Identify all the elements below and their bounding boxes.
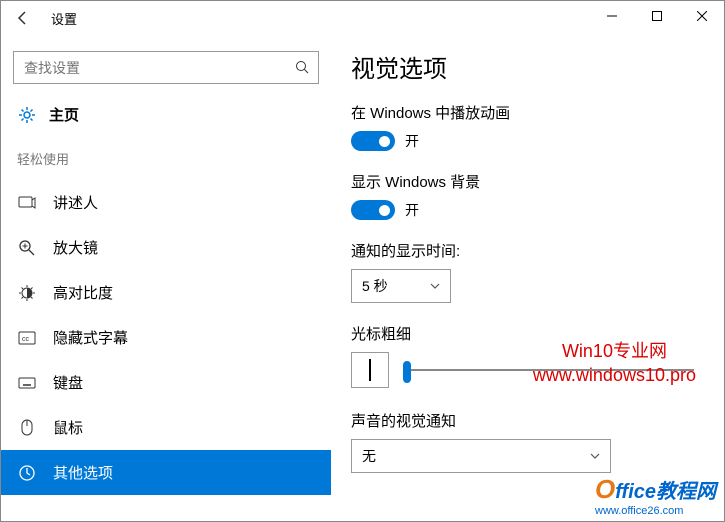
- app-title: 设置: [51, 9, 77, 28]
- footer-url: www.office26.com: [595, 505, 716, 517]
- background-label: 显示 Windows 背景: [351, 171, 704, 192]
- animations-label: 在 Windows 中播放动画: [351, 102, 704, 123]
- back-button[interactable]: [9, 4, 37, 32]
- animations-state: 开: [405, 131, 419, 151]
- animations-toggle[interactable]: [351, 131, 395, 151]
- sidebar-item-label: 放大镜: [53, 237, 98, 258]
- sidebar-item-label: 其他选项: [53, 462, 113, 483]
- minimize-button[interactable]: [589, 1, 634, 31]
- search-box[interactable]: [13, 51, 319, 84]
- sound-visual-value: 无: [362, 446, 376, 466]
- cursor-preview: [351, 352, 389, 388]
- background-state: 开: [405, 200, 419, 220]
- maximize-icon: [652, 11, 662, 21]
- footer-brand: Office教程网 www.office26.com: [595, 474, 716, 517]
- sidebar-item-contrast[interactable]: 高对比度: [1, 270, 331, 315]
- sidebar-item-keyboard[interactable]: 键盘: [1, 360, 331, 405]
- chevron-down-icon: [430, 283, 440, 289]
- sidebar-item-narrator[interactable]: 讲述人: [1, 180, 331, 225]
- sidebar-item-captions[interactable]: cc 隐藏式字幕: [1, 315, 331, 360]
- close-icon: [697, 11, 707, 21]
- sound-visual-dropdown[interactable]: 无: [351, 439, 611, 473]
- mouse-icon: [17, 418, 37, 438]
- keyboard-icon: [17, 373, 37, 393]
- home-label: 主页: [49, 104, 79, 125]
- home-link[interactable]: 主页: [1, 96, 331, 135]
- cursor-width-slider[interactable]: [403, 369, 694, 371]
- maximize-button[interactable]: [634, 1, 679, 31]
- sidebar-item-label: 键盘: [53, 372, 83, 393]
- captions-icon: cc: [17, 328, 37, 348]
- notify-duration-label: 通知的显示时间:: [351, 240, 704, 261]
- search-input[interactable]: [14, 60, 286, 76]
- svg-text:cc: cc: [22, 336, 30, 343]
- chevron-down-icon: [590, 453, 600, 459]
- sidebar-item-label: 高对比度: [53, 282, 113, 303]
- other-options-icon: [17, 463, 37, 483]
- main-panel: 视觉选项 在 Windows 中播放动画 开 显示 Windows 背景 开 通…: [331, 35, 724, 521]
- sidebar-item-magnifier[interactable]: 放大镜: [1, 225, 331, 270]
- arrow-left-icon: [14, 9, 32, 27]
- sidebar: 主页 轻松使用 讲述人 放大镜 高对比度 cc: [1, 35, 331, 521]
- gear-icon: [17, 105, 37, 125]
- sidebar-item-label: 隐藏式字幕: [53, 327, 128, 348]
- footer-logo-o: O: [595, 474, 615, 504]
- background-toggle[interactable]: [351, 200, 395, 220]
- search-icon: [286, 60, 318, 75]
- sidebar-item-other[interactable]: 其他选项: [1, 450, 331, 495]
- notify-duration-value: 5 秒: [362, 276, 388, 296]
- minimize-icon: [607, 11, 617, 21]
- close-button[interactable]: [679, 1, 724, 31]
- narrator-icon: [17, 193, 37, 213]
- contrast-icon: [17, 283, 37, 303]
- footer-logo-text: ffice教程网: [615, 481, 716, 503]
- page-title: 视觉选项: [351, 49, 704, 84]
- sidebar-item-label: 讲述人: [53, 192, 98, 213]
- sidebar-item-mouse[interactable]: 鼠标: [1, 405, 331, 450]
- magnifier-icon: [17, 238, 37, 258]
- sound-visual-label: 声音的视觉通知: [351, 410, 704, 431]
- sidebar-item-label: 鼠标: [53, 417, 83, 438]
- section-heading: 轻松使用: [1, 135, 331, 180]
- notify-duration-dropdown[interactable]: 5 秒: [351, 269, 451, 303]
- cursor-width-label: 光标粗细: [351, 323, 704, 344]
- slider-thumb[interactable]: [403, 361, 411, 383]
